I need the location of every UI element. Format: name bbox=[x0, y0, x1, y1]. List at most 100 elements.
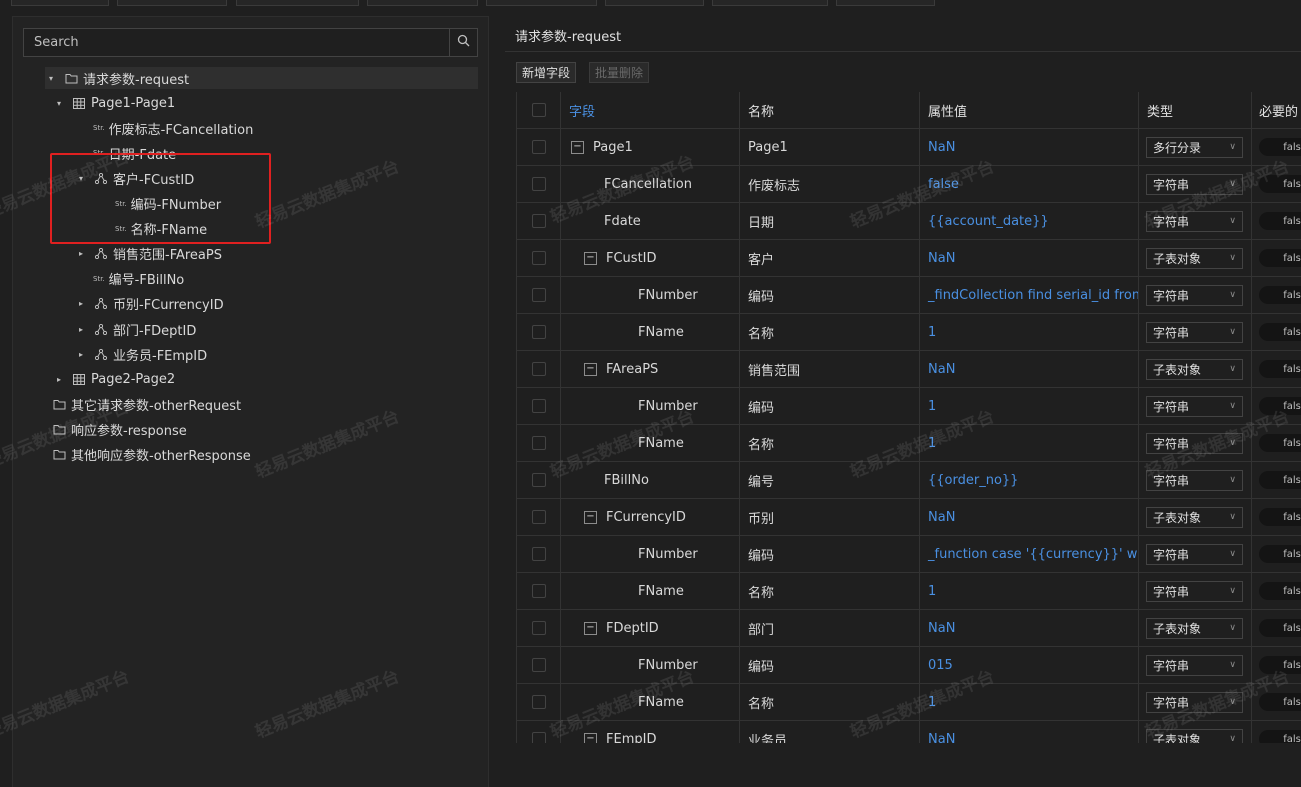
collapse-icon[interactable]: − bbox=[584, 251, 597, 265]
row-checkbox[interactable] bbox=[531, 288, 546, 302]
type-select[interactable]: 字符串 ∨ bbox=[1146, 284, 1243, 306]
row-checkbox[interactable] bbox=[531, 436, 546, 450]
type-select[interactable]: 子表对象 ∨ bbox=[1146, 728, 1243, 743]
value-cell[interactable]: NaN bbox=[920, 351, 1139, 387]
required-toggle[interactable]: false bbox=[1259, 249, 1301, 267]
type-select[interactable]: 字符串 ∨ bbox=[1146, 580, 1243, 602]
value-cell[interactable]: NaN bbox=[920, 129, 1139, 165]
required-toggle[interactable]: false bbox=[1259, 508, 1301, 526]
row-checkbox[interactable] bbox=[531, 732, 546, 743]
caret-down-icon[interactable]: ▾ bbox=[53, 99, 65, 108]
row-checkbox[interactable] bbox=[531, 399, 546, 413]
bulk-delete-button[interactable]: 批量删除 bbox=[589, 62, 650, 83]
required-toggle[interactable]: false bbox=[1259, 434, 1301, 452]
value-cell[interactable]: NaN bbox=[920, 610, 1139, 646]
row-checkbox[interactable] bbox=[531, 362, 546, 376]
collapse-icon[interactable]: − bbox=[584, 362, 597, 376]
header-field[interactable]: 字段 bbox=[561, 92, 740, 128]
value-cell[interactable]: 015 bbox=[920, 647, 1139, 683]
tree-node[interactable]: 其他响应参数-otherResponse bbox=[33, 444, 251, 466]
row-checkbox[interactable] bbox=[531, 510, 546, 524]
required-toggle[interactable]: false bbox=[1259, 323, 1301, 341]
tree-node[interactable]: ▸ 币别-FCurrencyID bbox=[75, 293, 224, 315]
value-cell[interactable]: NaN bbox=[920, 240, 1139, 276]
caret-right-icon[interactable]: ▸ bbox=[75, 249, 87, 258]
add-field-button[interactable]: 新增字段 bbox=[516, 62, 577, 83]
row-checkbox[interactable] bbox=[531, 658, 546, 672]
type-select[interactable]: 子表对象 ∨ bbox=[1146, 247, 1243, 269]
row-checkbox[interactable] bbox=[531, 325, 546, 339]
top-tab[interactable] bbox=[712, 0, 828, 6]
header-name[interactable]: 名称 bbox=[740, 92, 920, 128]
type-select[interactable]: 字符串 ∨ bbox=[1146, 395, 1243, 417]
row-checkbox[interactable] bbox=[531, 473, 546, 487]
tree-node[interactable]: ▾ 请求参数-request bbox=[45, 67, 478, 89]
value-cell[interactable]: _findCollection find serial_id from ... bbox=[920, 277, 1139, 313]
type-select[interactable]: 子表对象 ∨ bbox=[1146, 506, 1243, 528]
header-type[interactable]: 类型 bbox=[1139, 92, 1252, 128]
tree-node[interactable]: 其它请求参数-otherRequest bbox=[33, 393, 241, 415]
caret-right-icon[interactable]: ▸ bbox=[75, 325, 87, 334]
tree-node[interactable]: Str. 编号-FBillNo bbox=[75, 268, 184, 290]
header-required[interactable]: 必要的 bbox=[1252, 92, 1301, 128]
value-cell[interactable]: 1 bbox=[920, 388, 1139, 424]
required-toggle[interactable]: false bbox=[1259, 471, 1301, 489]
caret-right-icon[interactable]: ▸ bbox=[53, 375, 65, 384]
tree-node[interactable]: ▸ Page2-Page2 bbox=[53, 368, 175, 390]
value-cell[interactable]: {{account_date}} bbox=[920, 203, 1139, 239]
collapse-icon[interactable]: − bbox=[584, 510, 597, 524]
type-select[interactable]: 字符串 ∨ bbox=[1146, 432, 1243, 454]
tree-node[interactable]: ▸ 部门-FDeptID bbox=[75, 318, 196, 340]
collapse-icon[interactable]: − bbox=[584, 621, 597, 635]
row-checkbox[interactable] bbox=[531, 251, 546, 265]
required-toggle[interactable]: false bbox=[1259, 138, 1301, 156]
required-toggle[interactable]: false bbox=[1259, 656, 1301, 674]
row-checkbox[interactable] bbox=[531, 547, 546, 561]
type-select[interactable]: 字符串 ∨ bbox=[1146, 321, 1243, 343]
value-cell[interactable]: false bbox=[920, 166, 1139, 202]
type-select[interactable]: 字符串 ∨ bbox=[1146, 654, 1243, 676]
required-toggle[interactable]: false bbox=[1259, 212, 1301, 230]
type-select[interactable]: 字符串 ∨ bbox=[1146, 210, 1243, 232]
type-select[interactable]: 字符串 ∨ bbox=[1146, 543, 1243, 565]
tree-node[interactable]: ▸ 业务员-FEmpID bbox=[75, 343, 207, 365]
type-select[interactable]: 子表对象 ∨ bbox=[1146, 617, 1243, 639]
type-select[interactable]: 多行分录 ∨ bbox=[1146, 136, 1243, 158]
top-tab[interactable] bbox=[236, 0, 359, 6]
top-tab[interactable] bbox=[367, 0, 478, 6]
caret-down-icon[interactable]: ▾ bbox=[45, 74, 57, 83]
search-button[interactable] bbox=[449, 29, 477, 56]
caret-right-icon[interactable]: ▸ bbox=[75, 299, 87, 308]
row-checkbox[interactable] bbox=[531, 140, 546, 154]
value-cell[interactable]: NaN bbox=[920, 499, 1139, 535]
required-toggle[interactable]: false bbox=[1259, 397, 1301, 415]
value-cell[interactable]: NaN bbox=[920, 721, 1139, 743]
required-toggle[interactable]: false bbox=[1259, 619, 1301, 637]
tree-node[interactable]: ▾ Page1-Page1 bbox=[53, 92, 175, 114]
row-checkbox[interactable] bbox=[531, 214, 546, 228]
top-tab[interactable] bbox=[836, 0, 935, 6]
collapse-icon[interactable]: − bbox=[571, 140, 584, 154]
required-toggle[interactable]: false bbox=[1259, 286, 1301, 304]
required-toggle[interactable]: false bbox=[1259, 360, 1301, 378]
tree-node[interactable]: ▸ 销售范围-FAreaPS bbox=[75, 243, 222, 265]
collapse-icon[interactable]: − bbox=[584, 732, 597, 743]
value-cell[interactable]: 1 bbox=[920, 314, 1139, 350]
top-tab[interactable] bbox=[11, 0, 109, 6]
required-toggle[interactable]: false bbox=[1259, 175, 1301, 193]
value-cell[interactable]: 1 bbox=[920, 684, 1139, 720]
required-toggle[interactable]: false bbox=[1259, 693, 1301, 711]
type-select[interactable]: 字符串 ∨ bbox=[1146, 691, 1243, 713]
row-checkbox[interactable] bbox=[531, 584, 546, 598]
value-cell[interactable]: 1 bbox=[920, 425, 1139, 461]
row-checkbox[interactable] bbox=[531, 177, 546, 191]
type-select[interactable]: 字符串 ∨ bbox=[1146, 469, 1243, 491]
caret-right-icon[interactable]: ▸ bbox=[75, 350, 87, 359]
tree-node[interactable]: 响应参数-response bbox=[33, 418, 187, 440]
type-select[interactable]: 字符串 ∨ bbox=[1146, 173, 1243, 195]
search-input[interactable] bbox=[24, 29, 449, 56]
required-toggle[interactable]: false bbox=[1259, 582, 1301, 600]
top-tab[interactable] bbox=[117, 0, 227, 6]
top-tab[interactable] bbox=[486, 0, 597, 6]
tree-node[interactable]: Str. 作废标志-FCancellation bbox=[75, 117, 253, 139]
